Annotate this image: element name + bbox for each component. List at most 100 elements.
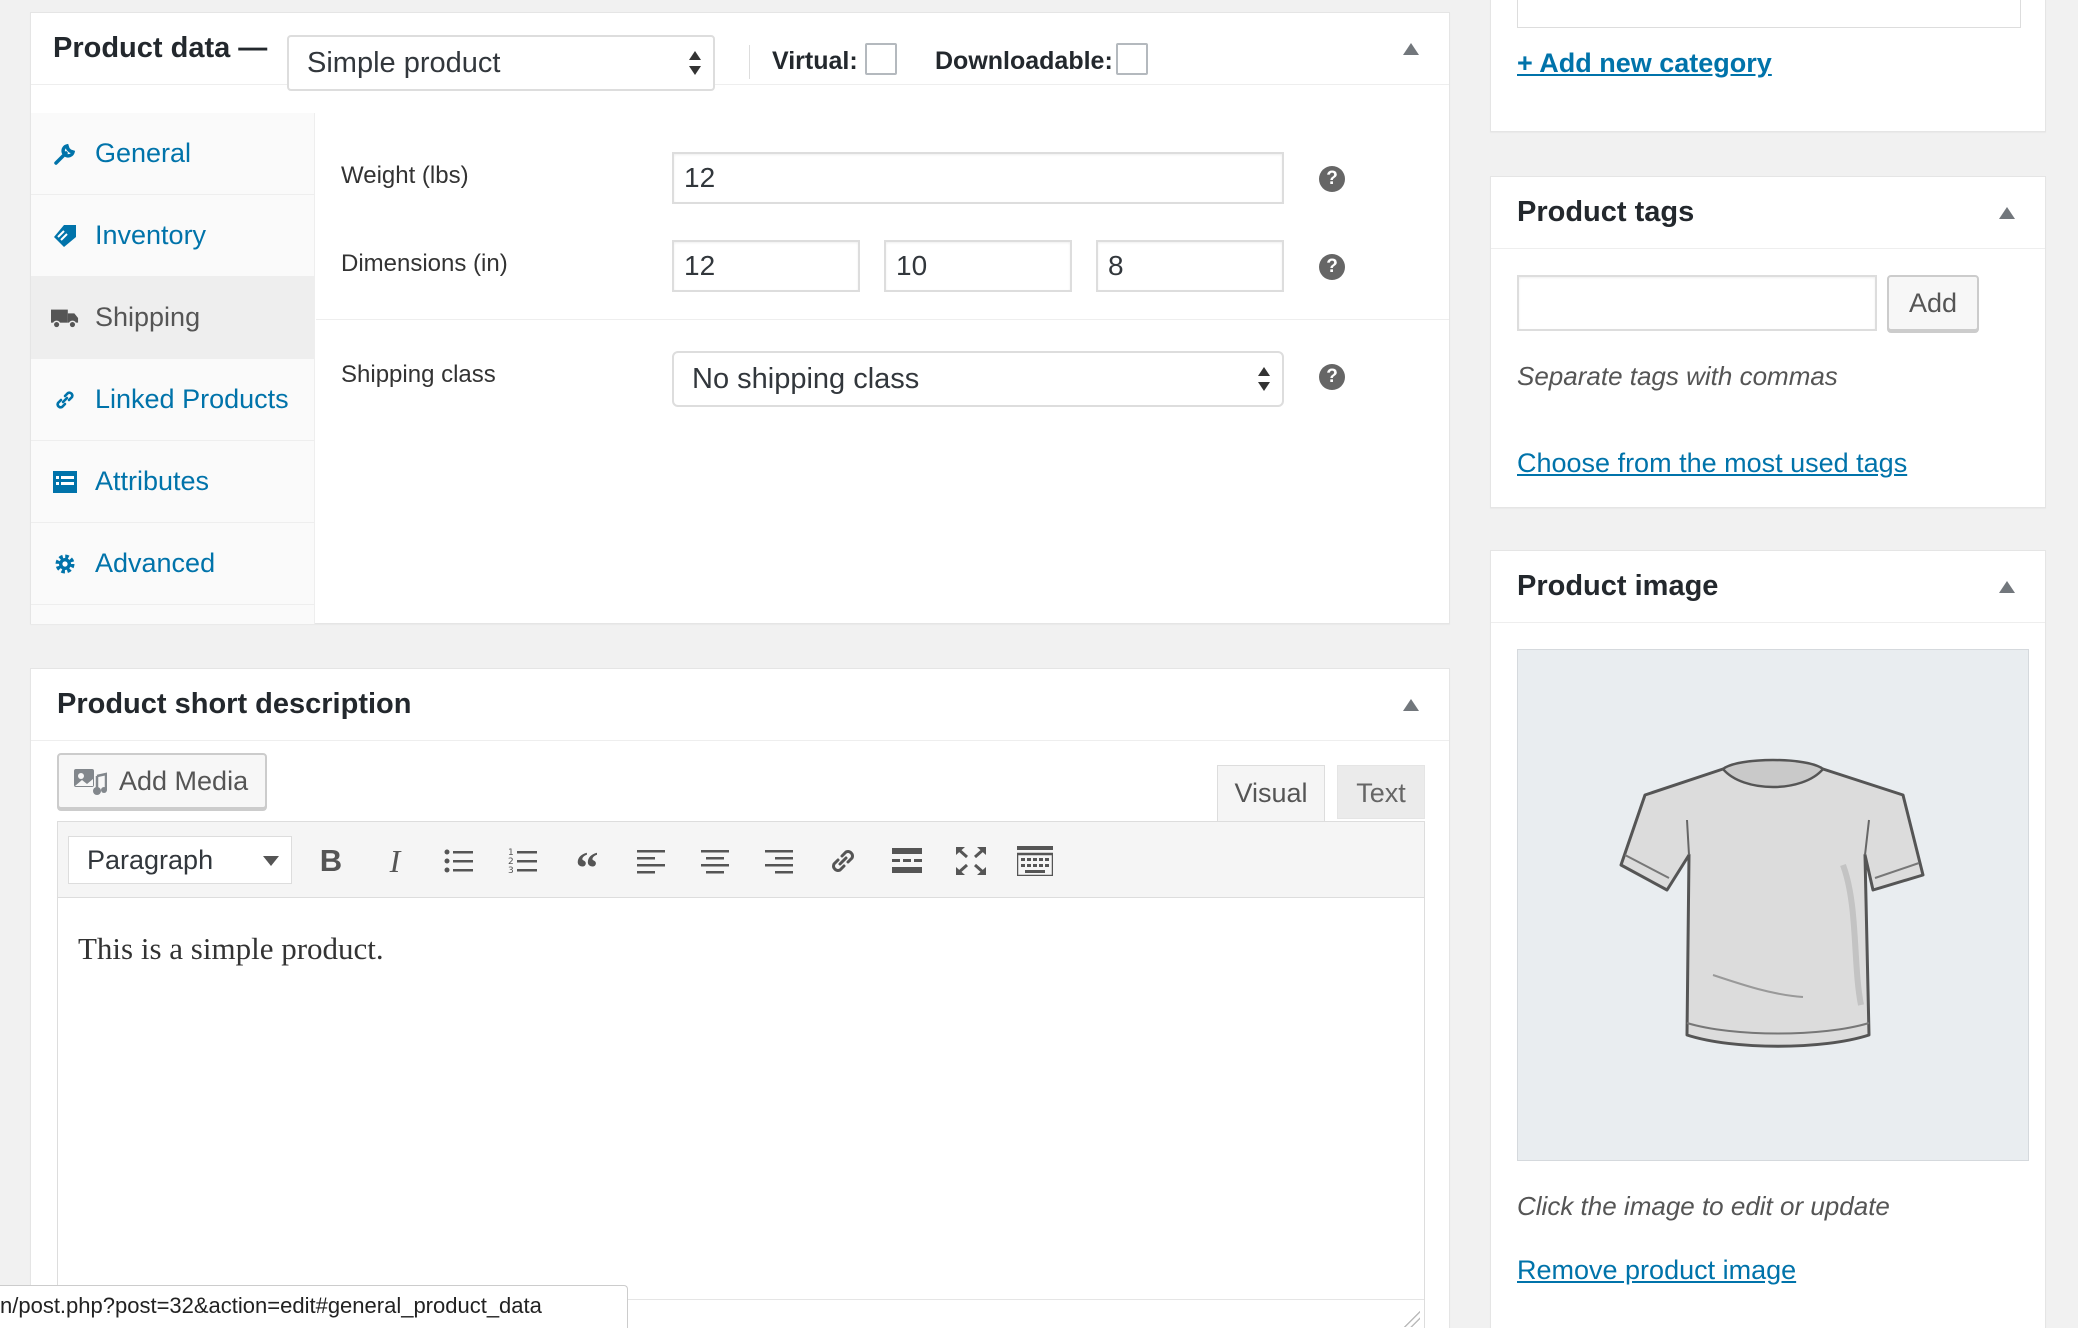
tab-label: Inventory (95, 220, 207, 250)
product-data-header: Product data — Simple product Virtual: D… (31, 13, 1449, 91)
align-right-button[interactable] (754, 836, 804, 886)
fullscreen-button[interactable] (946, 836, 996, 886)
length-input[interactable]: 12 (672, 240, 860, 292)
align-left-button[interactable] (626, 836, 676, 886)
status-url: n/post.php?post=32&action=edit#general_p… (0, 1293, 542, 1318)
category-list-bottom (1517, 0, 2021, 28)
tab-visual-label: Visual (1234, 778, 1308, 808)
add-tag-button[interactable]: Add (1887, 275, 1979, 331)
toolbar-toggle-icon (1017, 846, 1053, 876)
collapse-toggle-icon[interactable] (1999, 206, 2015, 219)
product-tags-title: Product tags (1517, 196, 1695, 228)
tab-text-label: Text (1356, 778, 1406, 808)
product-image-header: Product image (1491, 551, 2045, 623)
add-media-button[interactable]: Add Media (57, 753, 267, 809)
weight-label: Weight (lbs) (341, 162, 469, 189)
remove-product-image-link[interactable]: Remove product image (1517, 1255, 1796, 1286)
tshirt-image (1619, 758, 1925, 1048)
insert-link-button[interactable] (818, 836, 868, 886)
shipping-panel: Weight (lbs) 12 ? Dimensions (in) 12 10 … (316, 86, 1449, 623)
bullet-list-icon (444, 849, 473, 873)
gear-icon (51, 552, 79, 576)
help-icon[interactable]: ? (1319, 166, 1345, 192)
numbered-list-icon: 123 (508, 848, 537, 875)
numbered-list-button[interactable]: 123 (498, 836, 548, 886)
select-arrows-icon (689, 51, 701, 75)
product-type-value: Simple product (307, 47, 501, 79)
short-description-box: Product short description Add Media Visu… (30, 668, 1450, 1328)
format-select[interactable]: Paragraph (68, 836, 292, 884)
product-tags-box: Product tags Add Separate tags with comm… (1490, 176, 2046, 508)
wrench-icon (51, 142, 79, 166)
format-value: Paragraph (87, 845, 214, 875)
align-center-icon (701, 850, 729, 874)
read-more-icon (892, 848, 922, 873)
tab-advanced[interactable]: Advanced (31, 523, 315, 605)
tag-input[interactable] (1517, 275, 1877, 331)
tab-linked-products[interactable]: Linked Products (31, 359, 315, 441)
tab-visual[interactable]: Visual (1217, 765, 1325, 821)
product-tags-header: Product tags (1491, 177, 2045, 249)
virtual-checkbox[interactable] (865, 43, 897, 75)
tab-label: Attributes (95, 466, 210, 496)
list-icon (51, 470, 79, 493)
product-type-select[interactable]: Simple product (287, 35, 715, 91)
editor-toolbar: Paragraph B I 123 “ (58, 822, 1424, 898)
status-url-bar: n/post.php?post=32&action=edit#general_p… (0, 1285, 628, 1328)
blockquote-icon: “ (575, 842, 599, 893)
choose-most-used-tags-link[interactable]: Choose from the most used tags (1517, 448, 1907, 479)
editor-content[interactable]: This is a simple product. (58, 899, 1424, 1299)
downloadable-checkbox[interactable] (1116, 43, 1148, 75)
resize-handle-icon[interactable] (1404, 1311, 1420, 1327)
toolbar-toggle-button[interactable] (1010, 836, 1060, 886)
svg-text:3: 3 (508, 866, 514, 875)
product-image[interactable] (1517, 649, 2029, 1161)
collapse-toggle-icon[interactable] (1403, 698, 1419, 711)
link-icon (832, 850, 854, 872)
bullet-list-button[interactable] (434, 836, 484, 886)
product-data-box: Product data — Simple product Virtual: D… (30, 12, 1450, 624)
italic-icon: I (389, 842, 401, 879)
product-image-title: Product image (1517, 570, 1719, 602)
add-media-label: Add Media (119, 765, 249, 796)
tab-attributes[interactable]: Attributes (31, 441, 315, 523)
collapse-toggle-icon[interactable] (1403, 42, 1419, 55)
product-image-box: Product image Click the image to edit or… (1490, 550, 2046, 1328)
truck-icon (51, 307, 79, 329)
height-input[interactable]: 8 (1096, 240, 1284, 292)
tab-label: Advanced (95, 548, 216, 578)
add-new-category-link[interactable]: + Add new category (1517, 48, 1772, 79)
shipping-class-label: Shipping class (341, 361, 496, 388)
virtual-label: Virtual: (772, 47, 858, 75)
downloadable-label: Downloadable: (935, 47, 1113, 75)
align-right-icon (765, 850, 793, 874)
add-media-icon (73, 766, 107, 796)
weight-input[interactable]: 12 (672, 152, 1284, 204)
tab-text[interactable]: Text (1337, 765, 1425, 819)
help-icon[interactable]: ? (1319, 364, 1345, 390)
width-input[interactable]: 10 (884, 240, 1072, 292)
bold-button[interactable]: B (306, 836, 356, 886)
tab-label: Linked Products (95, 384, 289, 414)
image-hint: Click the image to edit or update (1517, 1191, 1890, 1221)
editor-text: This is a simple product. (78, 931, 384, 966)
add-tag-label: Add (1908, 288, 1958, 318)
tab-shipping[interactable]: Shipping (31, 277, 315, 359)
read-more-button[interactable] (882, 836, 932, 886)
align-center-button[interactable] (690, 836, 740, 886)
shipping-class-value: No shipping class (692, 363, 920, 395)
shipping-class-select[interactable]: No shipping class (672, 351, 1284, 407)
product-categories-box: + Add new category (1490, 0, 2046, 132)
tab-general[interactable]: General (31, 113, 315, 195)
tab-inventory[interactable]: Inventory (31, 195, 315, 277)
help-icon[interactable]: ? (1319, 254, 1345, 280)
select-arrows-icon (1258, 367, 1270, 391)
dimensions-label: Dimensions (in) (341, 250, 508, 277)
italic-button[interactable]: I (370, 836, 420, 886)
collapse-toggle-icon[interactable] (1999, 580, 2015, 593)
link-icon (51, 388, 79, 412)
product-data-title: Product data — (53, 32, 268, 64)
tab-label: Shipping (95, 302, 201, 332)
blockquote-button[interactable]: “ (562, 836, 612, 893)
product-data-tabs: General Inventory Shipping Linked Produc… (31, 113, 315, 624)
